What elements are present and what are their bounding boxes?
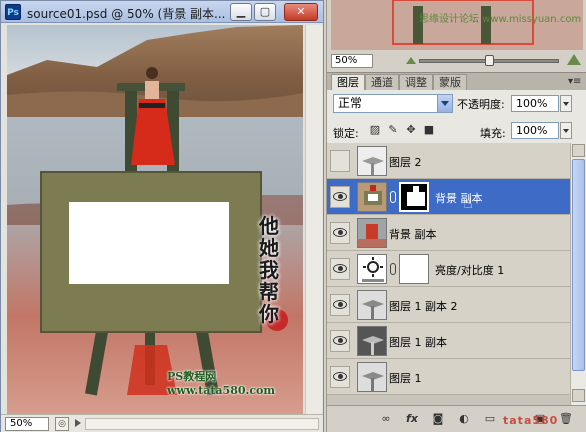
layer-name: 图层 1 副本 2 [389,300,458,313]
link-layers-icon[interactable]: ∞ [379,412,393,426]
eye-icon [333,228,347,237]
navigator-thumbnail [331,0,583,50]
layer-row[interactable]: 图层 1 副本 2 [327,287,570,323]
layer-name: 图层 1 副本 [389,336,447,349]
zoom-in-icon[interactable] [567,52,581,66]
visibility-toggle[interactable] [330,186,350,208]
maximize-button[interactable]: ▢ [254,3,276,21]
status-menu-arrow-icon[interactable] [75,419,81,427]
right-panel-dock: 思缘设计论坛 www.missyuan.com 50% 图层 通道 调整 蒙版 … [326,0,586,432]
document-window: Ps source01.psd @ 50% (背景 副本... ▁ ▢ ✕ 他她… [0,0,324,432]
tab-masks[interactable]: 蒙版 [433,74,467,91]
zoom-field[interactable]: 50% [5,417,49,431]
eye-icon [333,192,347,201]
brightness-contrast-icon [357,254,387,284]
layer-thumbnail [357,290,387,320]
layer-thumbnail [357,146,387,176]
tab-channels[interactable]: 通道 [365,74,399,91]
layer-thumbnail [357,326,387,356]
layer-row[interactable]: 图层 1 [327,359,570,395]
horizontal-scrollbar[interactable] [85,418,319,430]
chevron-down-icon[interactable] [437,95,452,112]
fill-label: 填充: [480,127,506,140]
navigator-zoom-slider-knob[interactable] [485,55,494,66]
layer-row[interactable]: 背景 副本 [327,215,570,251]
canvas-vertical-scrollbar[interactable] [305,25,322,414]
layer-mask-thumbnail[interactable] [399,182,429,212]
opacity-label: 不透明度: [457,98,505,111]
visibility-toggle[interactable] [330,150,350,172]
layer-row[interactable]: 亮度/对比度 1 [327,251,570,287]
layer-name: 亮度/对比度 1 [435,264,505,277]
eye-icon [333,264,347,273]
hand-cursor-icon: ☝ [463,193,473,212]
lock-paint-icon[interactable]: ✎ [387,123,399,136]
panel-tab-bar: 图层 通道 调整 蒙版 ▾≡ [327,72,586,91]
fill-field[interactable]: 100% [511,122,559,139]
eye-icon [333,372,347,381]
opacity-field[interactable]: 100% [511,95,559,112]
layer-list: 图层 2 背景 副本 ☝ 背景 副本 亮度/对比度 1 图层 1 副本 2 图层… [327,143,570,405]
document-titlebar[interactable]: Ps source01.psd @ 50% (背景 副本... ▁ ▢ ✕ [1,1,323,23]
calligraphy-text: 他她我帮你 [259,214,279,326]
layer-thumbnail [357,218,387,248]
visibility-toggle[interactable] [330,222,350,244]
zoom-out-icon[interactable] [405,54,417,66]
lock-move-icon[interactable]: ✥ [405,123,417,136]
visibility-toggle[interactable] [330,294,350,316]
mask-link-icon[interactable] [390,263,396,275]
group-icon[interactable]: ▭ [483,412,497,426]
delete-layer-icon[interactable]: 🗑 [559,412,573,426]
opacity-dropdown-icon[interactable] [560,95,572,112]
navigator-zoom-field[interactable]: 50% [331,54,373,68]
layer-name: 图层 2 [389,156,422,169]
visibility-toggle[interactable] [330,258,350,280]
lock-label: 锁定: [333,127,359,140]
layer-name: 背景 副本 [435,192,483,205]
layer-mask-thumbnail[interactable] [399,254,429,284]
fill-dropdown-icon[interactable] [560,122,572,139]
photoshop-icon: Ps [5,4,21,20]
scroll-down-icon[interactable] [572,389,585,402]
navigator-watermark: 思缘设计论坛 www.missyuan.com [419,14,582,25]
layer-list-scrollbar[interactable] [570,143,586,405]
layer-row-selected[interactable]: 背景 副本 ☝ [327,179,570,215]
eye-icon [333,300,347,309]
layers-panel: 正常 不透明度: 100% 锁定: ▨ ✎ ✥ ■ 填充: 100% 图层 2 [327,90,586,432]
status-info-button[interactable]: ◎ [55,417,69,431]
layers-footer: ∞ fx ◙ ◐ ▭ ▣ 🗑 tata580 [327,405,586,432]
lock-all-icon[interactable]: ■ [423,123,435,136]
tab-adjustments[interactable]: 调整 [399,74,433,91]
fx-icon[interactable]: fx [405,412,419,426]
tab-layers[interactable]: 图层 [331,74,365,91]
document-title: source01.psd @ 50% (背景 副本... [27,7,226,21]
canvas-watermark: PS教程网 www.tata580.com [167,370,276,397]
scroll-up-icon[interactable] [572,144,585,157]
panel-menu-icon[interactable]: ▾≡ [568,76,581,87]
blend-mode-value: 正常 [338,96,363,110]
layer-name: 背景 副本 [389,228,437,241]
close-button[interactable]: ✕ [284,3,318,21]
mask-link-icon[interactable] [390,191,396,203]
layer-row[interactable]: 图层 2 [327,143,570,179]
minimize-button[interactable]: ▁ [230,3,252,21]
layer-row[interactable]: 图层 1 副本 [327,323,570,359]
adjustment-icon[interactable]: ◐ [457,412,471,426]
layer-thumbnail [357,362,387,392]
document-canvas[interactable]: 他她我帮你 PS教程网 www.tata580.com [7,25,303,414]
add-mask-icon[interactable]: ◙ [431,412,445,426]
footer-watermark: tata580 [503,414,559,427]
visibility-toggle[interactable] [330,366,350,388]
layer-thumbnail [357,182,387,212]
scroll-thumb[interactable] [572,159,585,371]
layer-name: 图层 1 [389,372,422,385]
eye-icon [333,336,347,345]
visibility-toggle[interactable] [330,330,350,352]
blend-mode-select[interactable]: 正常 [333,94,453,113]
document-statusbar: 50% ◎ [1,414,323,432]
lock-transparent-icon[interactable]: ▨ [369,123,381,136]
navigator-preview[interactable]: 思缘设计论坛 www.missyuan.com [331,0,583,50]
